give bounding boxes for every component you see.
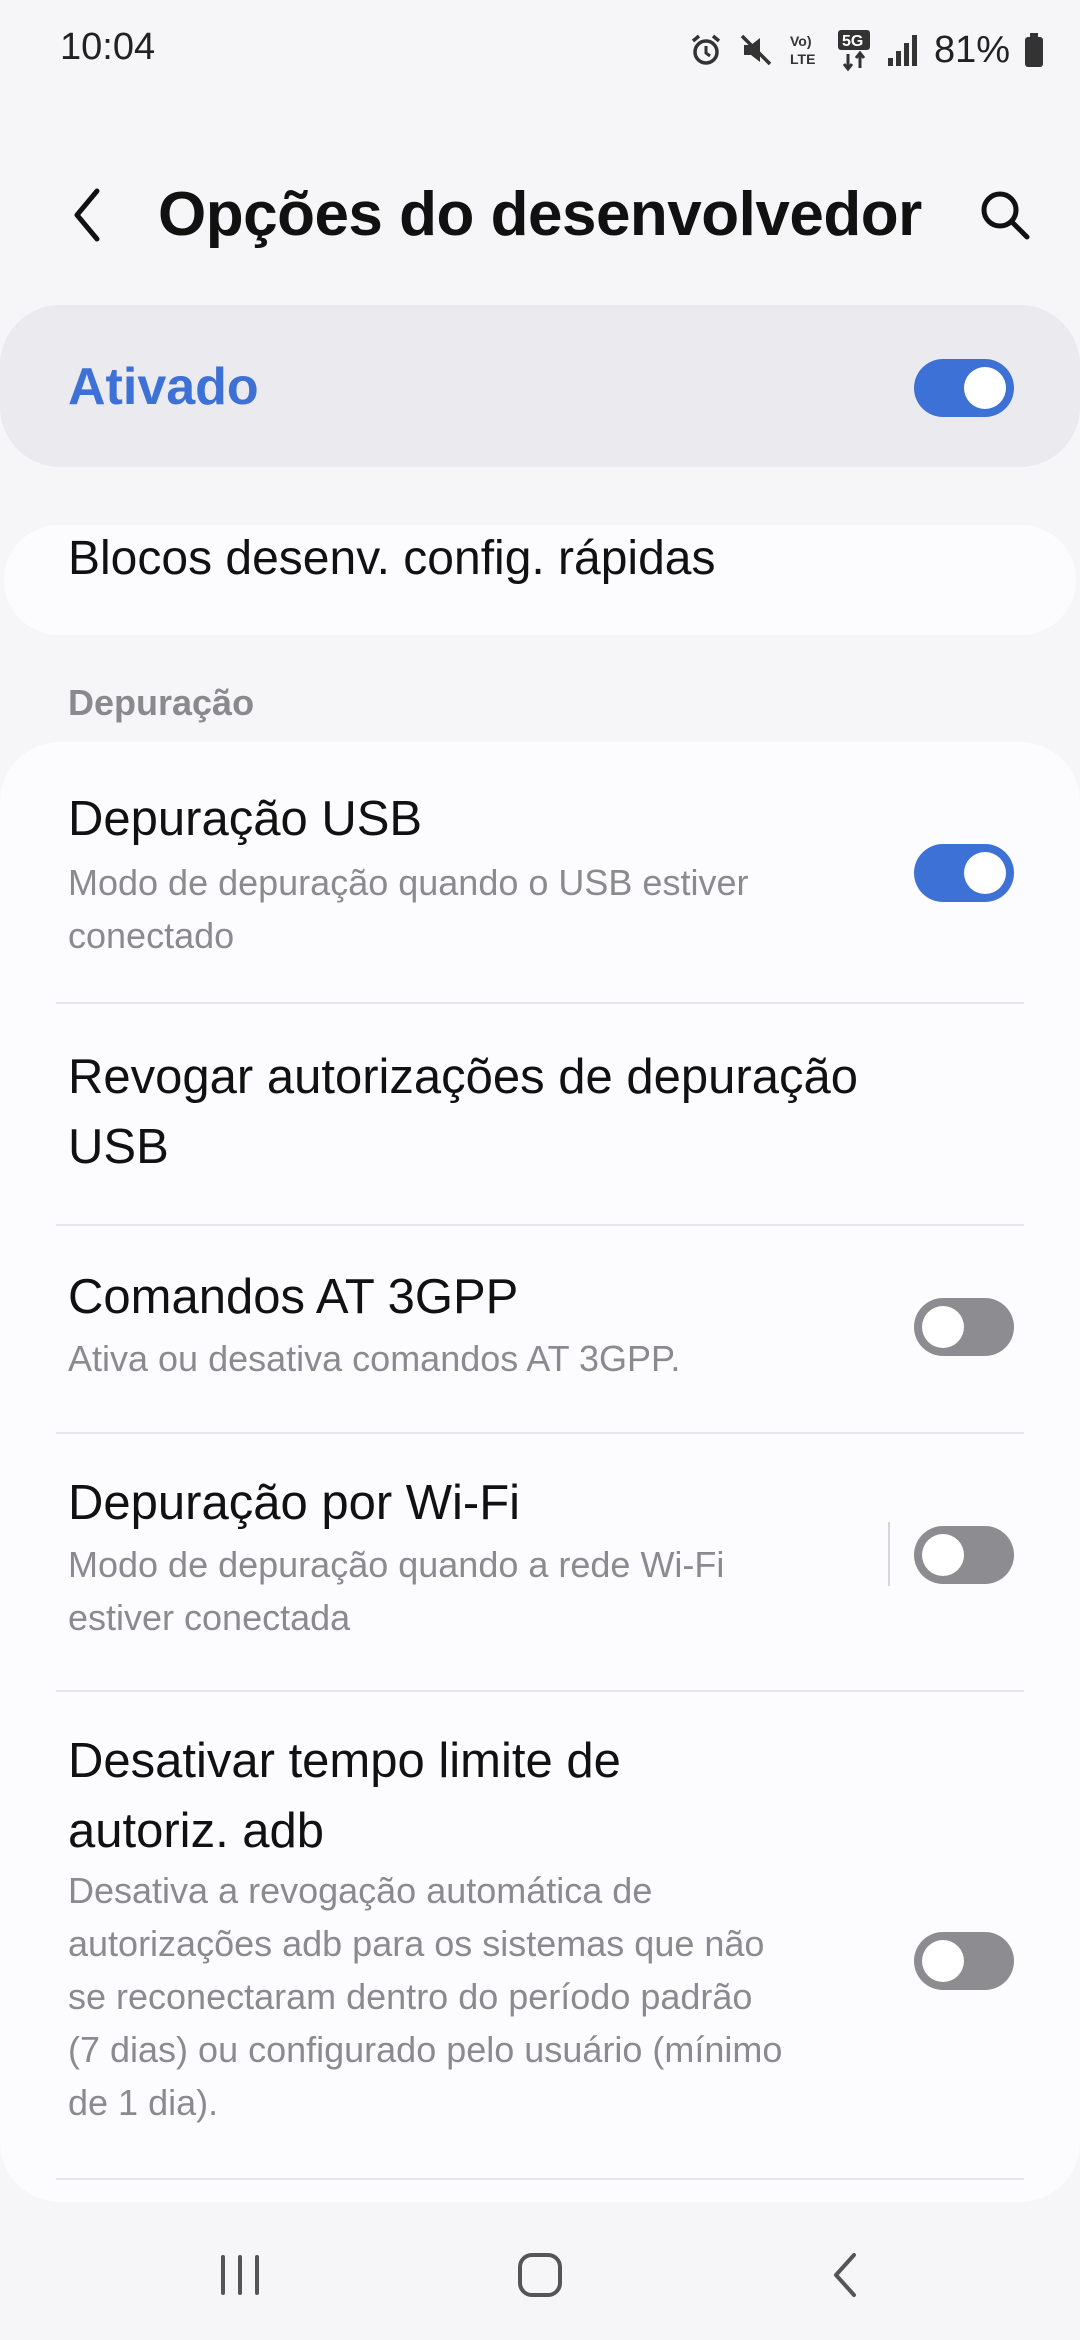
section-header-debugging: Depuração [68,682,255,723]
setting-row-at-3gpp-commands[interactable]: Comandos AT 3GPP Ativa ou desativa coman… [0,1226,1080,1434]
recents-icon [221,2255,259,2295]
setting-title: USB [68,1120,169,1174]
setting-title: Revogar autorizações de depuração [68,1050,858,1104]
svg-text:5G: 5G [842,33,863,50]
svg-text:Vo): Vo) [790,33,812,49]
5g-icon: 5G [836,28,872,72]
back-icon [834,2253,856,2297]
setting-subtitle: conectado [68,915,235,956]
status-bar: 10:04 Vo) LTE 5G 81% [0,0,1080,100]
home-icon [518,2253,562,2297]
battery-percent: 81% [933,28,1010,71]
at-3gpp-commands-toggle[interactable] [914,1298,1014,1356]
developer-options-screen: 10:04 Vo) LTE 5G 81% Opções do desenvolv… [0,0,1080,2340]
setting-title: autoriz. adb [68,1804,325,1858]
battery-icon [1024,32,1044,68]
search-button[interactable] [970,180,1040,250]
chevron-left-icon [74,188,100,242]
setting-title: Desativar tempo limite de [68,1734,621,1788]
setting-row-disable-adb-timeout[interactable]: Desativar tempo limite de autoriz. adb D… [0,1692,1080,2182]
status-icons: Vo) LTE 5G 81% [688,24,1044,76]
setting-title: Comandos AT 3GPP [68,1270,519,1324]
setting-subtitle: Desativa a revogação automática de [68,1870,653,1911]
setting-subtitle: de 1 dia). [68,2082,219,2123]
setting-row-revoke-usb-authorizations[interactable]: Revogar autorizações de depuração USB [0,1004,1080,1226]
status-time: 10:04 [60,26,156,68]
debugging-settings-list: Depuração USB Modo de depuração quando o… [0,742,1080,2202]
recents-button[interactable] [200,2245,280,2305]
volte-icon: Vo) LTE [788,30,822,70]
setting-subtitle: autorizações adb para os sistemas que nã… [68,1923,765,1964]
toggle-knob [964,852,1006,894]
setting-subtitle: (7 dias) ou configurado pelo usuário (mí… [68,2029,783,2070]
setting-subtitle: Modo de depuração quando o USB estiver [68,862,749,903]
master-switch-row[interactable]: Ativado [0,305,1080,467]
search-icon [981,191,1030,240]
page-title: Opções do desenvolvedor [158,180,922,249]
wifi-debugging-toggle[interactable] [914,1526,1014,1584]
nav-back-button[interactable] [806,2245,886,2305]
setting-subtitle: estiver conectada [68,1597,351,1638]
quick-settings-tiles-label: Blocos desenv. config. rápidas [68,532,716,585]
master-switch-toggle[interactable] [914,359,1014,417]
setting-title: Depuração por Wi-Fi [68,1476,521,1530]
vertical-separator [888,1522,890,1586]
back-button[interactable] [52,180,122,250]
toggle-knob [964,367,1006,409]
toggle-knob [922,1940,964,1982]
top-app-bar: Opções do desenvolvedor [0,160,1080,270]
signal-icon [886,32,920,68]
mute-icon [738,32,774,68]
svg-text:LTE: LTE [790,51,815,67]
toggle-knob [922,1534,964,1576]
usb-debugging-toggle[interactable] [914,844,1014,902]
divider [56,2178,1024,2180]
home-button[interactable] [500,2245,580,2305]
disable-adb-timeout-toggle[interactable] [914,1932,1014,1990]
master-switch-label: Ativado [68,358,259,416]
setting-subtitle: Ativa ou desativa comandos AT 3GPP. [68,1338,681,1379]
navigation-bar [0,2210,1080,2340]
toggle-knob [922,1306,964,1348]
setting-row-usb-debugging[interactable]: Depuração USB Modo de depuração quando o… [0,742,1080,1006]
setting-subtitle: Modo de depuração quando a rede Wi-Fi [68,1544,725,1585]
alarm-icon [688,32,724,68]
setting-row-wifi-debugging[interactable]: Depuração por Wi-Fi Modo de depuração qu… [0,1434,1080,1692]
quick-settings-tiles-row[interactable]: Blocos desenv. config. rápidas [4,525,1076,635]
setting-title: Depuração USB [68,792,423,846]
setting-subtitle: se reconectaram dentro do período padrão [68,1976,753,2017]
